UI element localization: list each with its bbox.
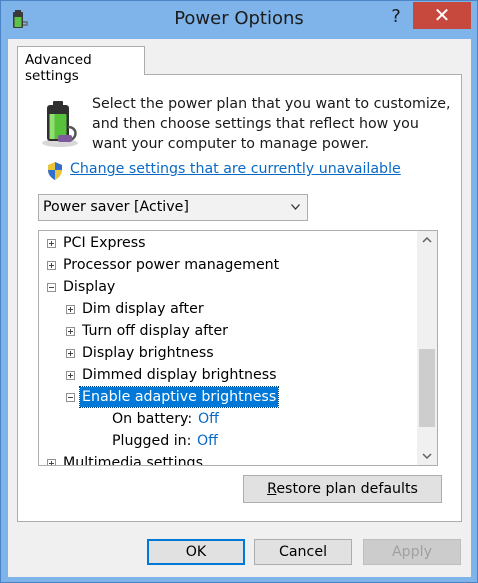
advanced-settings-panel: Select the power plan that you want to c…: [17, 74, 462, 522]
expand-plus-icon[interactable]: [66, 327, 75, 336]
restore-accelerator: R: [267, 481, 277, 497]
tree-item-label: Dimmed display brightness: [82, 367, 277, 383]
tree-item[interactable]: Enable adaptive brightness: [39, 386, 419, 408]
restore-label: estore plan defaults: [276, 481, 418, 497]
tree-item-label: PCI Express: [63, 235, 146, 251]
expand-plus-icon[interactable]: [66, 305, 75, 314]
collapse-minus-icon[interactable]: [47, 283, 56, 292]
apply-button[interactable]: Apply: [363, 539, 461, 565]
uac-shield-icon: [48, 162, 62, 180]
tree-item[interactable]: PCI Express: [39, 233, 419, 253]
collapse-minus-icon[interactable]: [66, 393, 75, 402]
expand-plus-icon[interactable]: [47, 459, 56, 465]
tree-item[interactable]: Dim display after: [39, 299, 419, 319]
chevron-down-icon: [291, 204, 300, 210]
tab-advanced-settings[interactable]: Advanced settings: [17, 46, 145, 84]
expand-plus-icon[interactable]: [47, 261, 56, 270]
ok-button[interactable]: OK: [147, 539, 245, 565]
tree-item-label: Display brightness: [82, 345, 214, 361]
setting-value-link[interactable]: Off: [197, 431, 218, 451]
power-plan-dropdown[interactable]: Power saver [Active]: [38, 194, 308, 221]
tree-item[interactable]: Processor power management: [39, 255, 419, 275]
expand-plus-icon[interactable]: [66, 349, 75, 358]
tree-item-label: Dim display after: [82, 301, 204, 317]
battery-plug-icon: [42, 101, 78, 147]
dialog-client-area: Advanced settings Select the power plan …: [8, 39, 471, 577]
intro-text: Select the power plan that you want to c…: [92, 96, 451, 152]
tree-scrollbar[interactable]: [417, 231, 437, 465]
expand-plus-icon[interactable]: [47, 239, 56, 248]
tree-item[interactable]: Display: [39, 277, 419, 297]
expand-plus-icon[interactable]: [66, 371, 75, 380]
tree-item-label: On battery:: [112, 411, 193, 427]
scroll-up-arrow-icon[interactable]: [417, 231, 437, 249]
power-plan-selected-value: Power saver [Active]: [43, 199, 189, 215]
settings-tree[interactable]: PCI Express Processor power management Dis…: [38, 230, 438, 466]
change-settings-link[interactable]: Change settings that are currently unava…: [70, 161, 401, 177]
tree-item[interactable]: Turn off display after: [39, 321, 419, 341]
power-options-window: Power Options ? ✕ Advanced settings Sele…: [0, 0, 478, 583]
cancel-button[interactable]: Cancel: [254, 539, 352, 565]
help-button[interactable]: ?: [381, 3, 411, 31]
setting-value-link[interactable]: Off: [198, 409, 219, 429]
tree-item[interactable]: Dimmed display brightness: [39, 365, 419, 385]
tree-item-label: Plugged in:: [112, 433, 192, 449]
tree-item[interactable]: Plugged in: Off: [39, 431, 419, 451]
close-button[interactable]: ✕: [413, 2, 471, 29]
scrollbar-thumb[interactable]: [419, 349, 435, 427]
tree-item[interactable]: Display brightness: [39, 343, 419, 363]
tree-item-label: Display: [63, 279, 116, 295]
tree-item[interactable]: On battery: Off: [39, 409, 419, 429]
scroll-down-arrow-icon[interactable]: [417, 447, 437, 465]
restore-plan-defaults-button[interactable]: Restore plan defaults: [243, 475, 442, 503]
tree-item-label: Processor power management: [63, 257, 280, 273]
title-bar[interactable]: Power Options ? ✕: [1, 1, 477, 39]
tree-item-label: Turn off display after: [82, 323, 229, 339]
tree-item-label: Enable adaptive brightness: [78, 386, 280, 408]
tree-item[interactable]: Multimedia settings: [39, 453, 419, 466]
tree-item-label: Multimedia settings: [63, 455, 203, 466]
